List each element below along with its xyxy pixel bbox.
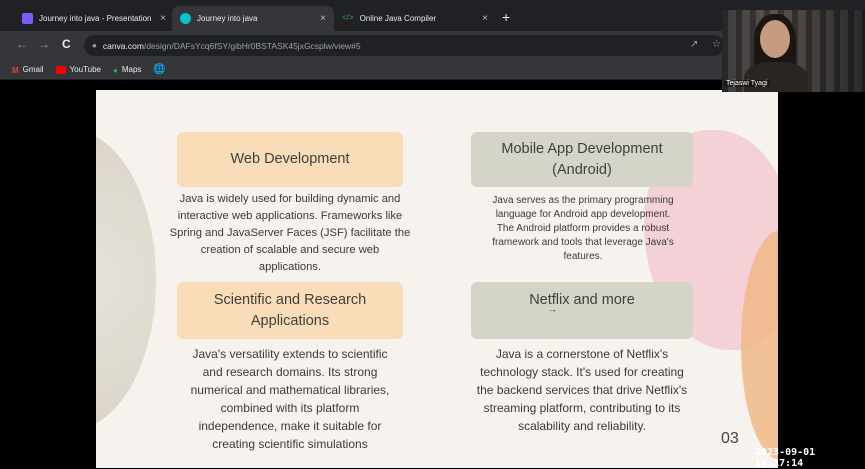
web-description: Java is widely used for building dynamic… xyxy=(144,191,436,276)
bookmark-maps[interactable]: ● Maps xyxy=(113,65,142,75)
card-title-line: Scientific and Research xyxy=(213,291,367,308)
text-line: numerical and mathematical libraries, xyxy=(190,383,390,397)
card-title: Web Development xyxy=(230,151,350,167)
bookmark-gmail[interactable]: M Gmail xyxy=(12,65,44,75)
text-line: creating scientific simulations xyxy=(212,437,368,451)
tab-online-java-compiler[interactable]: </> Online Java Compiler × xyxy=(334,6,496,31)
text-line: the backend services that drive Netflix'… xyxy=(476,383,688,397)
back-button[interactable]: ← xyxy=(16,37,28,51)
text-line: scalability and reliability. xyxy=(518,419,646,433)
tab-title: Journey into java - Presentation xyxy=(39,14,152,23)
canva-favicon-icon xyxy=(180,13,191,24)
bookmark-label: YouTube xyxy=(69,65,101,74)
text-line: and research domains. Its strong xyxy=(202,365,378,379)
close-icon[interactable]: × xyxy=(482,13,488,24)
code-icon: </> xyxy=(342,13,354,22)
gmail-icon: M xyxy=(12,65,19,75)
bookmark-youtube[interactable]: YouTube xyxy=(55,65,101,74)
mobile-description: Java serves as the primary programming l… xyxy=(452,194,714,264)
card-scientific-research: Scientific and Research Applications xyxy=(177,282,403,339)
card-title-line: Mobile App Development xyxy=(501,140,663,157)
address-bar[interactable]: ● canva.com /design/DAFsYcq6fSY/gibHr0BS… xyxy=(84,35,724,56)
canva-favicon-icon xyxy=(22,13,33,24)
text-line: independence, make it suitable for xyxy=(198,419,382,433)
youtube-icon xyxy=(55,65,66,74)
text-line: combined with its platform xyxy=(220,401,360,415)
scientific-description: Java's versatility extends to scientific… xyxy=(144,345,436,453)
card-title: Netflix and more xyxy=(529,292,635,308)
bookmark-label: Gmail xyxy=(22,65,44,74)
bookmark-star-icon[interactable]: ☆ xyxy=(712,39,721,50)
text-line: Java is widely used for building dynamic… xyxy=(179,193,401,205)
tab-title: Online Java Compiler xyxy=(359,14,437,23)
new-tab-button[interactable]: + xyxy=(502,10,510,24)
bookmark-label: Maps xyxy=(121,65,142,74)
slide-page-number: 03 xyxy=(721,430,739,447)
text-line: applications. xyxy=(258,261,322,273)
tab-presentation[interactable]: Journey into java - Presentation × xyxy=(14,6,174,31)
forward-button[interactable]: → xyxy=(38,37,50,51)
slide: Web Development Mobile App Development (… xyxy=(96,90,778,468)
text-line: Java serves as the primary programming xyxy=(492,195,674,206)
bookmark-web[interactable]: 🌐 xyxy=(153,64,165,75)
close-icon[interactable]: × xyxy=(320,13,326,24)
text-line: framework and tools that leverage Java's xyxy=(492,237,674,248)
url-host: canva.com xyxy=(102,40,144,51)
text-line: language for Android app development. xyxy=(495,209,671,220)
presenter-name: Tejaswi Tyagi xyxy=(724,80,770,87)
recording-timestamp: 2023-09-01 16:17:14 xyxy=(755,447,816,469)
card-mobile-app: Mobile App Development (Android) xyxy=(471,132,693,187)
tab-title: Journey into java xyxy=(197,14,258,23)
text-line: streaming platform, contributing to its xyxy=(483,401,681,415)
close-icon[interactable]: × xyxy=(160,13,166,24)
maps-pin-icon: ● xyxy=(113,65,118,75)
text-line: features. xyxy=(563,251,603,262)
text-line: Java's versatility extends to scientific xyxy=(192,347,388,361)
presenter-face xyxy=(760,20,790,58)
arrow-right-icon: → xyxy=(548,304,557,314)
webcam-video: Tejaswi Tyagi xyxy=(722,10,865,92)
text-line: interactive web applications. Frameworks… xyxy=(177,210,403,222)
card-title-line: Applications xyxy=(250,312,330,329)
text-line: The Android platform provides a robust xyxy=(496,223,670,234)
card-title-line: (Android) xyxy=(552,161,612,178)
netflix-description: Java is a cornerstone of Netflix's techn… xyxy=(442,345,722,435)
card-netflix: Netflix and more xyxy=(471,282,693,339)
share-icon[interactable]: ↗ xyxy=(690,39,698,50)
reload-button[interactable]: C xyxy=(62,37,71,51)
card-web-development: Web Development xyxy=(177,132,403,187)
text-line: Java is a cornerstone of Netflix's xyxy=(495,347,669,361)
presenter-body xyxy=(744,62,808,92)
tab-journey-into-java[interactable]: Journey into java × xyxy=(172,6,334,31)
text-line: technology stack. It's used for creating xyxy=(480,365,684,379)
text-line: Spring and JavaServer Faces (JSF) facili… xyxy=(169,227,411,239)
url-path: /design/DAFsYcq6fSY/gibHr0BSTASK45jxGcsp… xyxy=(143,40,361,51)
globe-icon: 🌐 xyxy=(153,64,166,75)
text-line: creation of scalable and secure web xyxy=(200,244,380,256)
lock-icon: ● xyxy=(92,41,97,50)
